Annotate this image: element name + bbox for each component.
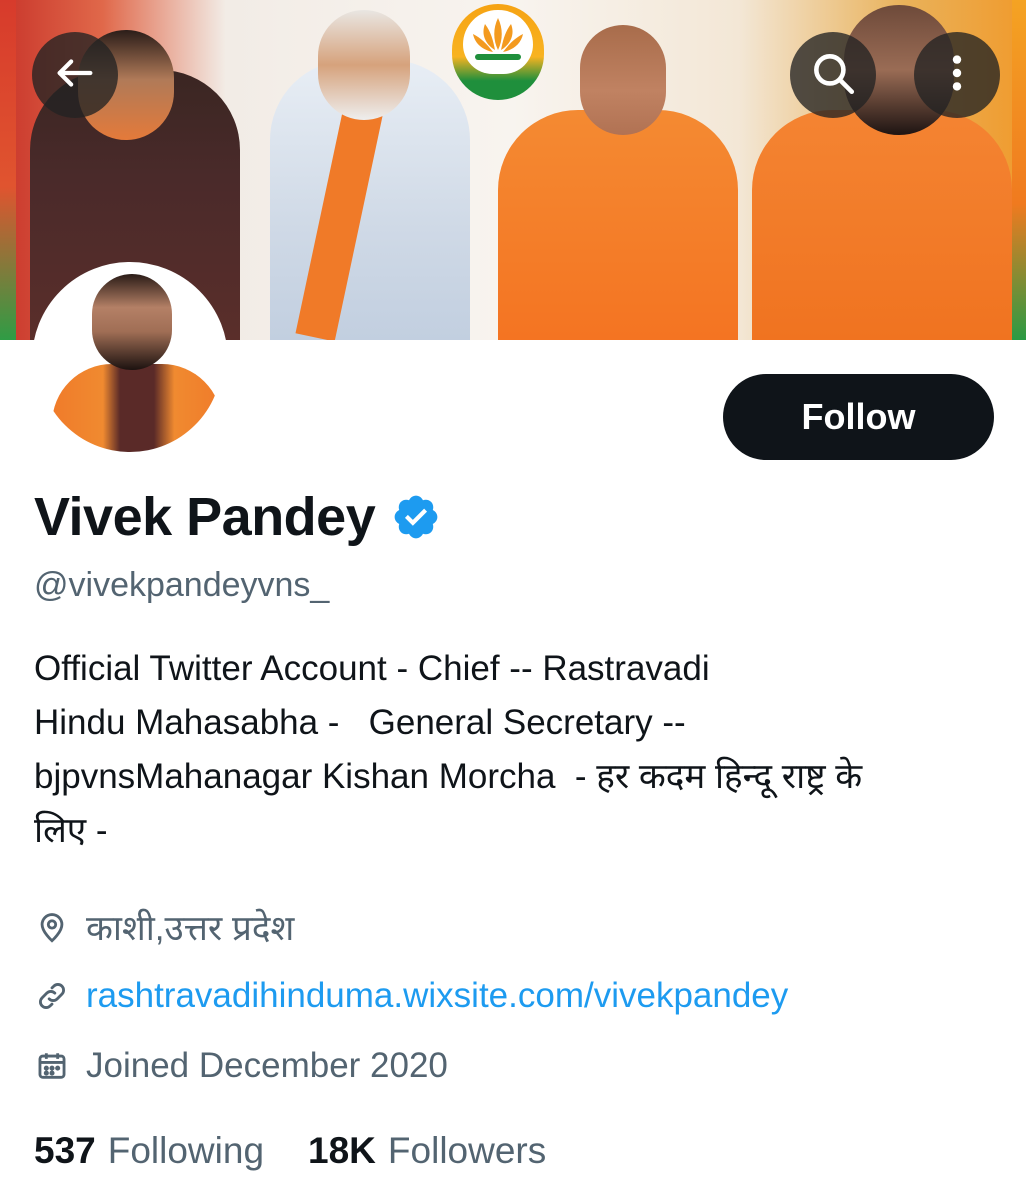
joined-text: Joined December 2020 bbox=[86, 1046, 448, 1085]
banner-stripe-left bbox=[0, 0, 16, 340]
back-button[interactable] bbox=[32, 32, 118, 118]
profile-handle: @vivekpandeyvns_ bbox=[34, 566, 330, 604]
website-link[interactable]: rashtravadihinduma.wixsite.com/vivekpand… bbox=[86, 976, 788, 1016]
more-options-button[interactable] bbox=[914, 32, 1000, 118]
profile-bio: Official Twitter Account - Chief -- Rast… bbox=[34, 642, 994, 858]
more-vertical-icon bbox=[934, 50, 980, 101]
following-link[interactable]: 537 Following bbox=[34, 1130, 264, 1172]
followers-link[interactable]: 18K Followers bbox=[308, 1130, 546, 1172]
bio-line: Official Twitter Account - Chief -- Rast… bbox=[34, 649, 710, 688]
bio-line: लिए - bbox=[34, 811, 108, 850]
banner-stripe-right bbox=[1012, 0, 1026, 340]
follow-stats: 537 Following 18K Followers bbox=[34, 1130, 546, 1172]
location-row: काशी,उत्तर प्रदेश bbox=[34, 904, 294, 951]
arrow-left-icon bbox=[52, 50, 98, 101]
location-pin-icon bbox=[34, 910, 70, 946]
party-logo bbox=[452, 4, 544, 100]
joined-row: Joined December 2020 bbox=[34, 1046, 448, 1086]
search-icon bbox=[808, 48, 858, 103]
bio-line: bjpvnsMahanagar Kishan Morcha - हर कदम ह… bbox=[34, 757, 863, 796]
website-row: rashtravadihinduma.wixsite.com/vivekpand… bbox=[34, 976, 788, 1016]
link-icon bbox=[34, 978, 70, 1014]
profile-avatar[interactable] bbox=[32, 262, 228, 458]
name-row: Vivek Pandey bbox=[34, 486, 441, 548]
bio-line: Hindu Mahasabha - General Secretary -- bbox=[34, 703, 686, 742]
location-text: काशी,उत्तर प्रदेश bbox=[86, 909, 295, 948]
followers-count: 18K bbox=[308, 1130, 376, 1171]
banner-person-3 bbox=[498, 25, 738, 340]
calendar-icon bbox=[34, 1048, 70, 1084]
banner-person-2 bbox=[270, 10, 470, 340]
follow-button[interactable]: Follow bbox=[723, 374, 994, 460]
following-label: Following bbox=[107, 1130, 265, 1171]
banner-person-4 bbox=[752, 5, 1012, 340]
search-button[interactable] bbox=[790, 32, 876, 118]
followers-label: Followers bbox=[387, 1130, 547, 1171]
profile-name: Vivek Pandey bbox=[34, 487, 376, 547]
following-count: 537 bbox=[34, 1130, 96, 1171]
verified-badge-icon[interactable] bbox=[391, 492, 441, 542]
